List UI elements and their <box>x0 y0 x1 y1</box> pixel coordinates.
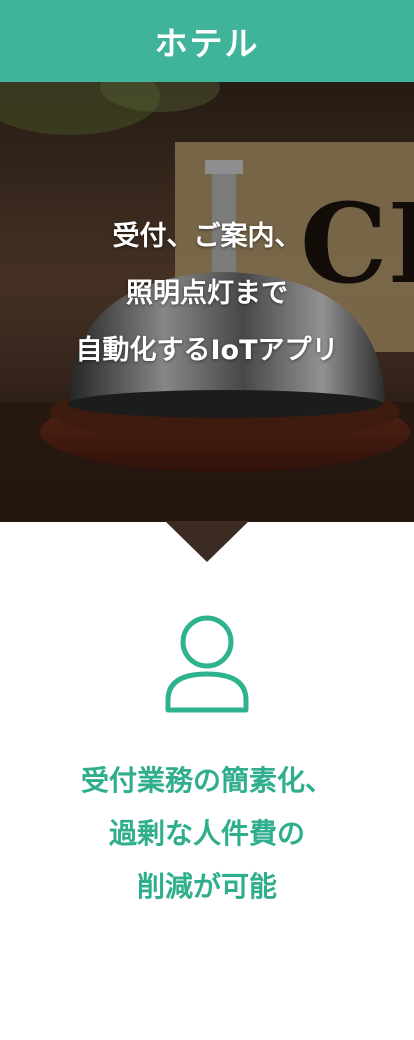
benefit-line-3: 削減が可能 <box>136 870 277 903</box>
hero-line-1: 受付、ご案内、 <box>112 221 302 252</box>
header-bar: ホテル <box>0 0 414 82</box>
benefit-line-1: 受付業務の簡素化、 <box>80 764 333 797</box>
hero-line-3: 自動化するIoTアプリ <box>75 335 339 366</box>
down-arrow-notch <box>165 521 249 562</box>
hero-line-2: 照明点灯まで <box>126 278 288 309</box>
benefit-text: 受付業務の簡素化、 過剰な人件費の 削減が可能 <box>0 754 414 913</box>
hero-caption: 受付、ご案内、 照明点灯まで 自動化するIoTアプリ <box>0 208 414 379</box>
benefit-line-2: 過剰な人件費の <box>108 817 305 850</box>
user-icon <box>165 615 249 713</box>
hero-image: CI 受付、ご案内、 照明点灯まで 自動化するIoTアプリ <box>0 82 414 522</box>
page-title: ホテル <box>154 24 260 63</box>
